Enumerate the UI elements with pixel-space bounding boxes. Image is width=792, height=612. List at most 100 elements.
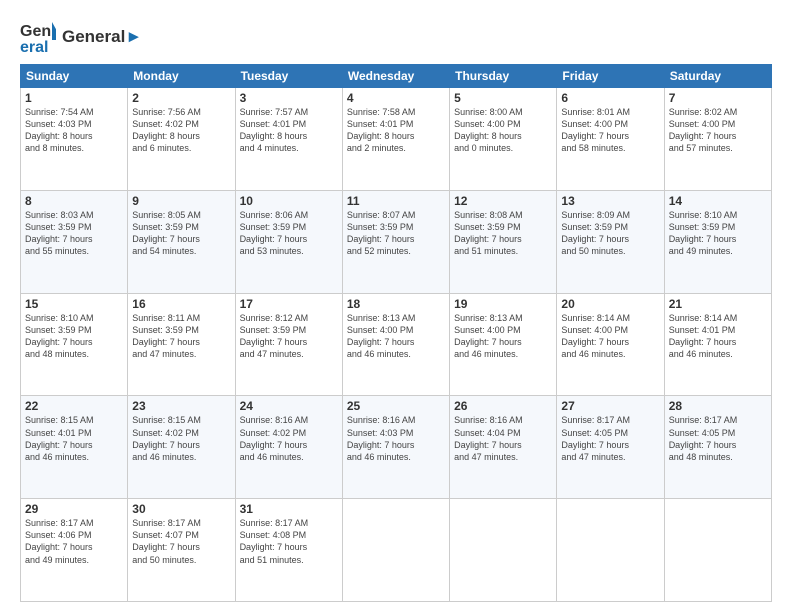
day-info: Sunrise: 8:17 AM Sunset: 4:06 PM Dayligh… xyxy=(25,517,123,566)
day-info: Sunrise: 8:15 AM Sunset: 4:02 PM Dayligh… xyxy=(132,414,230,463)
day-info: Sunrise: 8:13 AM Sunset: 4:00 PM Dayligh… xyxy=(454,312,552,361)
calendar-cell: 22Sunrise: 8:15 AM Sunset: 4:01 PM Dayli… xyxy=(21,396,128,499)
day-number: 30 xyxy=(132,502,230,516)
weekday-header-wednesday: Wednesday xyxy=(342,65,449,88)
day-number: 23 xyxy=(132,399,230,413)
day-info: Sunrise: 7:54 AM Sunset: 4:03 PM Dayligh… xyxy=(25,106,123,155)
calendar-cell: 28Sunrise: 8:17 AM Sunset: 4:05 PM Dayli… xyxy=(664,396,771,499)
calendar-week-5: 29Sunrise: 8:17 AM Sunset: 4:06 PM Dayli… xyxy=(21,499,772,602)
calendar-cell: 2Sunrise: 7:56 AM Sunset: 4:02 PM Daylig… xyxy=(128,88,235,191)
calendar-cell: 16Sunrise: 8:11 AM Sunset: 3:59 PM Dayli… xyxy=(128,293,235,396)
calendar-cell: 3Sunrise: 7:57 AM Sunset: 4:01 PM Daylig… xyxy=(235,88,342,191)
day-info: Sunrise: 8:16 AM Sunset: 4:02 PM Dayligh… xyxy=(240,414,338,463)
calendar-cell: 27Sunrise: 8:17 AM Sunset: 4:05 PM Dayli… xyxy=(557,396,664,499)
day-info: Sunrise: 8:03 AM Sunset: 3:59 PM Dayligh… xyxy=(25,209,123,258)
calendar-cell: 17Sunrise: 8:12 AM Sunset: 3:59 PM Dayli… xyxy=(235,293,342,396)
day-number: 28 xyxy=(669,399,767,413)
calendar-cell: 29Sunrise: 8:17 AM Sunset: 4:06 PM Dayli… xyxy=(21,499,128,602)
logo: Gen eral General► xyxy=(20,18,142,56)
day-info: Sunrise: 8:02 AM Sunset: 4:00 PM Dayligh… xyxy=(669,106,767,155)
day-info: Sunrise: 8:17 AM Sunset: 4:08 PM Dayligh… xyxy=(240,517,338,566)
day-number: 13 xyxy=(561,194,659,208)
calendar-cell xyxy=(664,499,771,602)
day-info: Sunrise: 8:05 AM Sunset: 3:59 PM Dayligh… xyxy=(132,209,230,258)
svg-text:Gen: Gen xyxy=(20,23,51,40)
calendar-cell: 13Sunrise: 8:09 AM Sunset: 3:59 PM Dayli… xyxy=(557,190,664,293)
day-info: Sunrise: 8:01 AM Sunset: 4:00 PM Dayligh… xyxy=(561,106,659,155)
day-number: 10 xyxy=(240,194,338,208)
calendar-cell xyxy=(342,499,449,602)
calendar-week-4: 22Sunrise: 8:15 AM Sunset: 4:01 PM Dayli… xyxy=(21,396,772,499)
weekday-header-tuesday: Tuesday xyxy=(235,65,342,88)
calendar-cell xyxy=(450,499,557,602)
day-info: Sunrise: 8:10 AM Sunset: 3:59 PM Dayligh… xyxy=(669,209,767,258)
day-info: Sunrise: 8:11 AM Sunset: 3:59 PM Dayligh… xyxy=(132,312,230,361)
weekday-header-thursday: Thursday xyxy=(450,65,557,88)
day-number: 1 xyxy=(25,91,123,105)
day-info: Sunrise: 8:17 AM Sunset: 4:05 PM Dayligh… xyxy=(669,414,767,463)
weekday-header-friday: Friday xyxy=(557,65,664,88)
day-info: Sunrise: 8:00 AM Sunset: 4:00 PM Dayligh… xyxy=(454,106,552,155)
day-number: 6 xyxy=(561,91,659,105)
day-number: 14 xyxy=(669,194,767,208)
calendar-week-2: 8Sunrise: 8:03 AM Sunset: 3:59 PM Daylig… xyxy=(21,190,772,293)
calendar-cell: 4Sunrise: 7:58 AM Sunset: 4:01 PM Daylig… xyxy=(342,88,449,191)
weekday-header-saturday: Saturday xyxy=(664,65,771,88)
weekday-header-sunday: Sunday xyxy=(21,65,128,88)
logo-graphic: Gen eral xyxy=(20,18,56,56)
calendar-cell: 30Sunrise: 8:17 AM Sunset: 4:07 PM Dayli… xyxy=(128,499,235,602)
day-number: 4 xyxy=(347,91,445,105)
day-number: 9 xyxy=(132,194,230,208)
calendar-cell: 6Sunrise: 8:01 AM Sunset: 4:00 PM Daylig… xyxy=(557,88,664,191)
calendar-cell: 19Sunrise: 8:13 AM Sunset: 4:00 PM Dayli… xyxy=(450,293,557,396)
calendar-cell: 21Sunrise: 8:14 AM Sunset: 4:01 PM Dayli… xyxy=(664,293,771,396)
header: Gen eral General► xyxy=(20,18,772,56)
calendar-cell xyxy=(557,499,664,602)
calendar-table: SundayMondayTuesdayWednesdayThursdayFrid… xyxy=(20,64,772,602)
calendar-cell: 20Sunrise: 8:14 AM Sunset: 4:00 PM Dayli… xyxy=(557,293,664,396)
calendar-cell: 25Sunrise: 8:16 AM Sunset: 4:03 PM Dayli… xyxy=(342,396,449,499)
calendar-cell: 26Sunrise: 8:16 AM Sunset: 4:04 PM Dayli… xyxy=(450,396,557,499)
page: Gen eral General► SundayMondayTuesdayWed… xyxy=(0,0,792,612)
calendar-cell: 1Sunrise: 7:54 AM Sunset: 4:03 PM Daylig… xyxy=(21,88,128,191)
calendar-cell: 9Sunrise: 8:05 AM Sunset: 3:59 PM Daylig… xyxy=(128,190,235,293)
calendar-cell: 14Sunrise: 8:10 AM Sunset: 3:59 PM Dayli… xyxy=(664,190,771,293)
day-number: 16 xyxy=(132,297,230,311)
day-info: Sunrise: 7:57 AM Sunset: 4:01 PM Dayligh… xyxy=(240,106,338,155)
logo-text: General► xyxy=(62,28,142,47)
day-info: Sunrise: 8:16 AM Sunset: 4:03 PM Dayligh… xyxy=(347,414,445,463)
day-info: Sunrise: 7:56 AM Sunset: 4:02 PM Dayligh… xyxy=(132,106,230,155)
day-info: Sunrise: 7:58 AM Sunset: 4:01 PM Dayligh… xyxy=(347,106,445,155)
calendar-cell: 24Sunrise: 8:16 AM Sunset: 4:02 PM Dayli… xyxy=(235,396,342,499)
day-info: Sunrise: 8:12 AM Sunset: 3:59 PM Dayligh… xyxy=(240,312,338,361)
day-number: 26 xyxy=(454,399,552,413)
day-number: 21 xyxy=(669,297,767,311)
calendar-cell: 15Sunrise: 8:10 AM Sunset: 3:59 PM Dayli… xyxy=(21,293,128,396)
day-number: 22 xyxy=(25,399,123,413)
day-info: Sunrise: 8:08 AM Sunset: 3:59 PM Dayligh… xyxy=(454,209,552,258)
calendar-cell: 10Sunrise: 8:06 AM Sunset: 3:59 PM Dayli… xyxy=(235,190,342,293)
calendar-cell: 11Sunrise: 8:07 AM Sunset: 3:59 PM Dayli… xyxy=(342,190,449,293)
day-number: 18 xyxy=(347,297,445,311)
day-info: Sunrise: 8:09 AM Sunset: 3:59 PM Dayligh… xyxy=(561,209,659,258)
day-number: 20 xyxy=(561,297,659,311)
day-info: Sunrise: 8:17 AM Sunset: 4:07 PM Dayligh… xyxy=(132,517,230,566)
day-number: 7 xyxy=(669,91,767,105)
day-number: 19 xyxy=(454,297,552,311)
calendar-week-1: 1Sunrise: 7:54 AM Sunset: 4:03 PM Daylig… xyxy=(21,88,772,191)
day-info: Sunrise: 8:14 AM Sunset: 4:00 PM Dayligh… xyxy=(561,312,659,361)
day-number: 29 xyxy=(25,502,123,516)
calendar-cell: 31Sunrise: 8:17 AM Sunset: 4:08 PM Dayli… xyxy=(235,499,342,602)
day-number: 8 xyxy=(25,194,123,208)
day-number: 15 xyxy=(25,297,123,311)
day-number: 3 xyxy=(240,91,338,105)
logo-icon: Gen eral xyxy=(20,18,56,56)
day-info: Sunrise: 8:10 AM Sunset: 3:59 PM Dayligh… xyxy=(25,312,123,361)
svg-text:eral: eral xyxy=(20,39,48,56)
logo-general: General► xyxy=(62,28,142,47)
day-info: Sunrise: 8:15 AM Sunset: 4:01 PM Dayligh… xyxy=(25,414,123,463)
calendar-header-row: SundayMondayTuesdayWednesdayThursdayFrid… xyxy=(21,65,772,88)
calendar-cell: 23Sunrise: 8:15 AM Sunset: 4:02 PM Dayli… xyxy=(128,396,235,499)
day-number: 5 xyxy=(454,91,552,105)
day-number: 31 xyxy=(240,502,338,516)
